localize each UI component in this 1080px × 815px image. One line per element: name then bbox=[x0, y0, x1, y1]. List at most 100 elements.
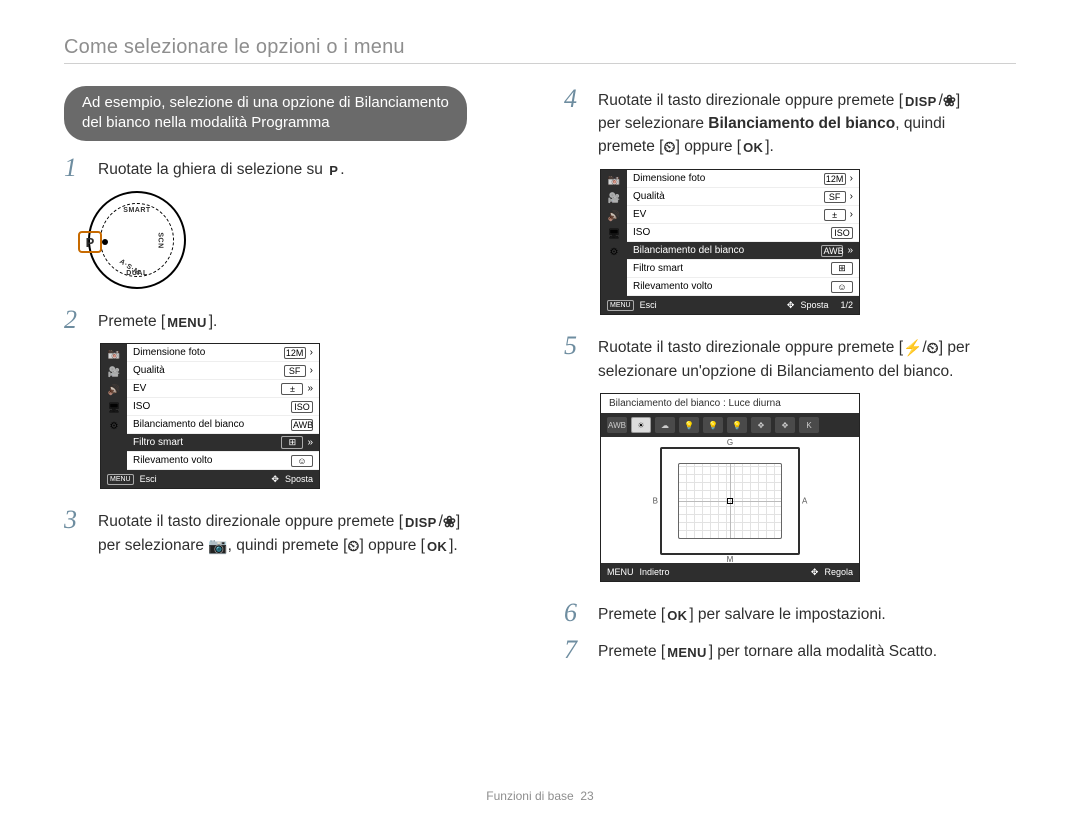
tab-settings-icon: ⚙ bbox=[607, 246, 621, 258]
page-footer: Funzioni di base 23 bbox=[0, 789, 1080, 803]
tab-display-icon: 🖥 bbox=[107, 402, 121, 414]
left-column: Ad esempio, selezione di una opzione di … bbox=[64, 86, 516, 673]
self-timer-icon: ⏲ bbox=[347, 536, 359, 558]
step-4: 4 Ruotate il tasto direzionale oppure pr… bbox=[564, 86, 1016, 159]
wb-option-custom-icon: ✥ bbox=[751, 417, 771, 433]
menu-side-tabs: 📷 🎥 🔊 🖥 ⚙ bbox=[101, 344, 127, 470]
wb-option-measure-icon: ✥ bbox=[775, 417, 795, 433]
wb-option-kelvin-icon: K bbox=[799, 417, 819, 433]
macro-icon: ❀ bbox=[443, 512, 456, 534]
disp-button-icon: DISP bbox=[903, 93, 939, 112]
page-indicator: 1/2 bbox=[840, 300, 853, 310]
axis-a-label: A bbox=[802, 497, 807, 506]
wb-option-strip: AWB ☀ ☁ 💡 💡 💡 ✥ ✥ K bbox=[601, 413, 859, 437]
menu-button-icon: MENU bbox=[165, 314, 208, 333]
example-line1: Ad esempio, selezione di una opzione di … bbox=[82, 94, 449, 111]
step-text: Ruotate il tasto direzionale oppure prem… bbox=[598, 86, 960, 159]
menu-row: Rilevamento volto☺ bbox=[127, 452, 319, 470]
tab-sound-icon: 🔊 bbox=[607, 210, 621, 222]
right-column: 4 Ruotate il tasto direzionale oppure pr… bbox=[564, 86, 1016, 673]
menu-row: Dimensione foto12M› bbox=[127, 344, 319, 362]
menu-row: EV±› bbox=[627, 206, 859, 224]
wb-preview-title: Bilanciamento del bianco : Luce diurna bbox=[601, 394, 859, 413]
step-text: Ruotate la ghiera di selezione su P. bbox=[98, 155, 345, 181]
tab-camera-icon: 📷 bbox=[607, 174, 621, 186]
menu-row: EV±» bbox=[127, 380, 319, 398]
menu-button-icon: MENU bbox=[665, 644, 708, 663]
menu-row-selected: Filtro smart⊞» bbox=[127, 434, 319, 452]
camera-menu-screenshot-2: 📷 🎥 🔊 🖥 ⚙ Dimensione foto12M› QualitàSF›… bbox=[600, 169, 860, 315]
tab-video-icon: 🎥 bbox=[607, 192, 621, 204]
wb-option-tungsten-icon: 💡 bbox=[727, 417, 747, 433]
nav-4way-icon: ✥ bbox=[271, 474, 279, 485]
wb-option-awb-icon: AWB bbox=[607, 417, 627, 433]
menu-button-icon: MENU bbox=[607, 567, 634, 577]
step-number: 7 bbox=[564, 637, 586, 663]
page-title: Come selezionare le opzioni o i menu bbox=[64, 36, 1016, 64]
axis-b-label: B bbox=[653, 497, 658, 506]
wb-shift-marker bbox=[727, 498, 733, 504]
tab-sound-icon: 🔊 bbox=[107, 384, 121, 396]
step-2: 2 Premete [MENU]. bbox=[64, 307, 516, 333]
wb-shift-grid: G M B A bbox=[660, 447, 800, 555]
ok-button-icon: OK bbox=[741, 139, 765, 158]
tab-display-icon: 🖥 bbox=[607, 228, 621, 240]
tab-video-icon: 🎥 bbox=[107, 366, 121, 378]
example-callout: Ad esempio, selezione di una opzione di … bbox=[64, 86, 467, 141]
camera-menu-screenshot-1: 📷 🎥 🔊 🖥 ⚙ Dimensione foto12M› QualitàSF›… bbox=[100, 343, 320, 489]
nav-4way-icon: ✥ bbox=[811, 567, 819, 578]
axis-g-label: G bbox=[727, 438, 733, 447]
menu-button-icon: MENU bbox=[607, 300, 634, 311]
step-6: 6 Premete [OK] per salvare le impostazio… bbox=[564, 600, 1016, 626]
step-text: Ruotate il tasto direzionale oppure prem… bbox=[598, 333, 970, 383]
step-text: Premete [MENU] per tornare alla modalità… bbox=[598, 637, 937, 663]
menu-row: Dimensione foto12M› bbox=[627, 170, 859, 188]
menu-row: Filtro smart⊞ bbox=[627, 260, 859, 278]
menu-row: Rilevamento volto☺ bbox=[627, 278, 859, 296]
step-text: Premete [MENU]. bbox=[98, 307, 217, 333]
page-number: 23 bbox=[580, 789, 593, 803]
menu-row: QualitàSF› bbox=[627, 188, 859, 206]
step-1: 1 Ruotate la ghiera di selezione su P. bbox=[64, 155, 516, 181]
menu-row: ISOISO bbox=[627, 224, 859, 242]
nav-4way-icon: ✥ bbox=[787, 300, 795, 311]
self-timer-icon: ⏲ bbox=[663, 137, 675, 159]
macro-icon: ❀ bbox=[943, 91, 956, 113]
axis-m-label: M bbox=[727, 555, 734, 564]
step-number: 2 bbox=[64, 307, 86, 333]
step-5: 5 Ruotate il tasto direzionale oppure pr… bbox=[564, 333, 1016, 383]
step-number: 4 bbox=[564, 86, 586, 159]
mode-dial-p-indicator: P bbox=[78, 231, 102, 253]
step-number: 3 bbox=[64, 507, 86, 558]
self-timer-icon: ⏲ bbox=[927, 338, 939, 360]
disp-button-icon: DISP bbox=[403, 514, 439, 533]
example-line2: del bianco nella modalità Programma bbox=[82, 114, 330, 131]
menu-side-tabs: 📷 🎥 🔊 🖥 ⚙ bbox=[601, 170, 627, 296]
wb-preview-screenshot: Bilanciamento del bianco : Luce diurna A… bbox=[600, 393, 860, 582]
step-number: 6 bbox=[564, 600, 586, 626]
step-number: 1 bbox=[64, 155, 86, 181]
step-text: Premete [OK] per salvare le impostazioni… bbox=[598, 600, 886, 626]
step-number: 5 bbox=[564, 333, 586, 383]
camera-icon: 📷 bbox=[208, 536, 227, 558]
menu-row: Bilanciamento del biancoAWB bbox=[127, 416, 319, 434]
step-7: 7 Premete [MENU] per tornare alla modali… bbox=[564, 637, 1016, 663]
mode-dial-figure: P SMART SCN A·S·M DUAL bbox=[88, 191, 516, 289]
menu-row: ISOISO bbox=[127, 398, 319, 416]
menu-footer: MENU Esci ✥ Sposta 1/2 bbox=[601, 296, 859, 314]
step-text: Ruotate il tasto direzionale oppure prem… bbox=[98, 507, 460, 558]
tab-settings-icon: ⚙ bbox=[107, 420, 121, 432]
menu-row-selected: Bilanciamento del biancoAWB» bbox=[627, 242, 859, 260]
wb-option-daylight-icon: ☀ bbox=[631, 417, 651, 433]
wb-preview-footer: MENU Indietro ✥ Regola bbox=[601, 563, 859, 581]
menu-footer: MENU Esci ✥ Sposta bbox=[101, 470, 319, 488]
step-3: 3 Ruotate il tasto direzionale oppure pr… bbox=[64, 507, 516, 558]
tab-camera-icon: 📷 bbox=[107, 348, 121, 360]
wb-option-fluor-l-icon: 💡 bbox=[703, 417, 723, 433]
ok-button-icon: OK bbox=[665, 607, 689, 626]
menu-row: QualitàSF› bbox=[127, 362, 319, 380]
ok-button-icon: OK bbox=[425, 538, 449, 557]
wb-option-cloudy-icon: ☁ bbox=[655, 417, 675, 433]
menu-button-icon: MENU bbox=[107, 474, 134, 485]
wb-option-fluor-h-icon: 💡 bbox=[679, 417, 699, 433]
